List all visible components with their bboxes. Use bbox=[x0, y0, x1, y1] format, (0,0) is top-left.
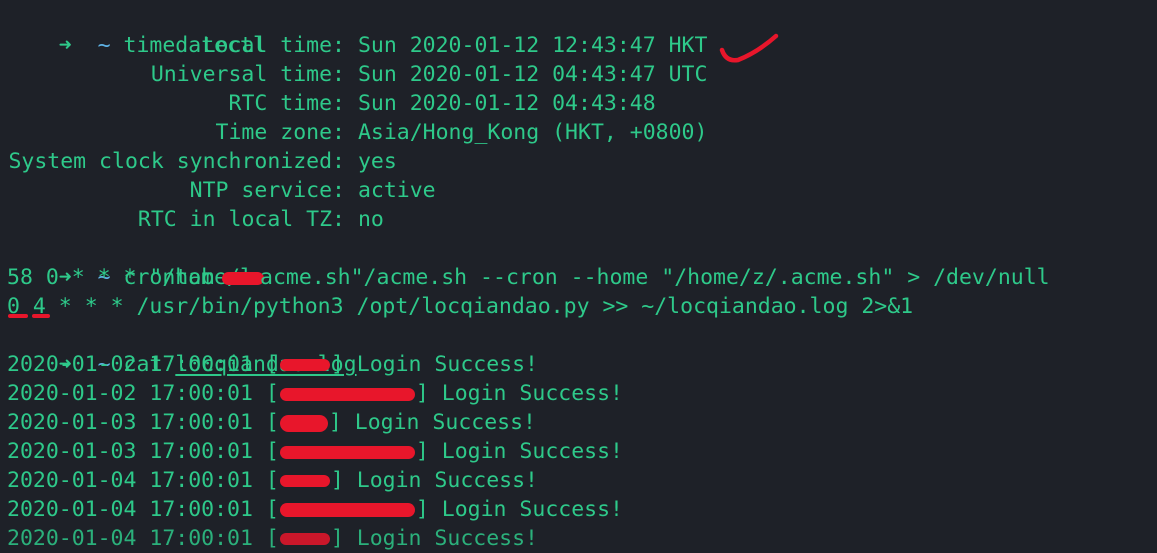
terminal-window[interactable]: ➜ ~ timedatectl Local time: Sun 2020-01-… bbox=[0, 0, 1157, 551]
annotation-overlay bbox=[8, 33, 779, 318]
redaction-mark bbox=[279, 533, 330, 545]
checkmark-annotation bbox=[719, 33, 779, 63]
